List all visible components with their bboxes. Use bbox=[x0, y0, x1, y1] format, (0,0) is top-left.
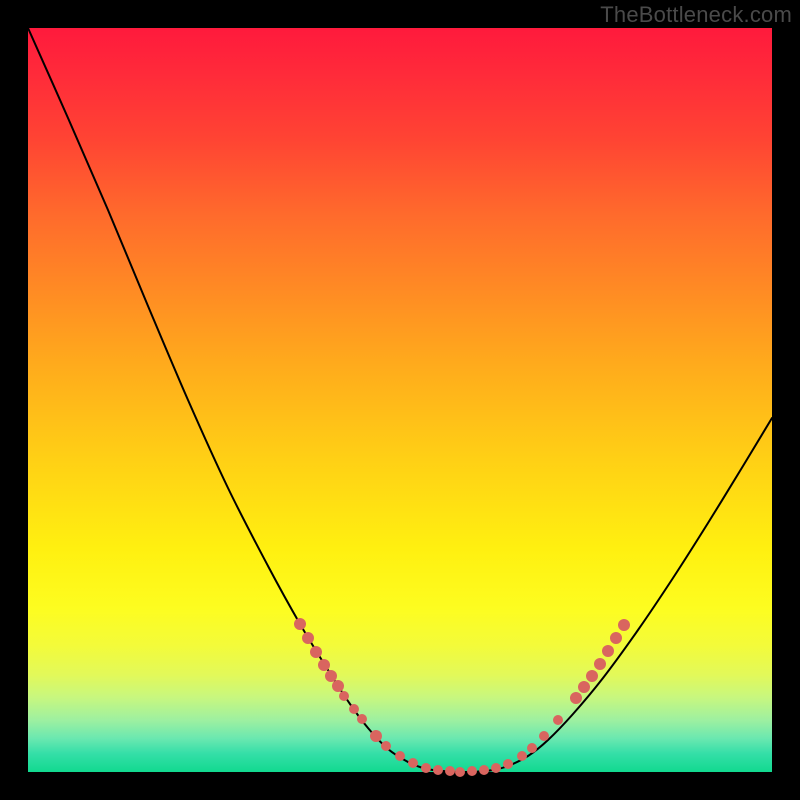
bead-marker bbox=[357, 714, 367, 724]
bead-marker bbox=[503, 759, 513, 769]
bead-marker bbox=[479, 765, 489, 775]
bead-marker bbox=[318, 659, 330, 671]
bead-marker bbox=[294, 618, 306, 630]
bead-marker bbox=[445, 766, 455, 776]
bead-marker bbox=[421, 763, 431, 773]
bead-marker bbox=[349, 704, 359, 714]
bead-marker bbox=[433, 765, 443, 775]
bead-marker bbox=[586, 670, 598, 682]
bead-marker bbox=[455, 767, 465, 777]
bottleneck-curve bbox=[28, 28, 772, 772]
bead-marker bbox=[594, 658, 606, 670]
bead-marker bbox=[302, 632, 314, 644]
bead-marker bbox=[395, 751, 405, 761]
watermark-text: TheBottleneck.com bbox=[600, 2, 792, 28]
bead-marker bbox=[570, 692, 582, 704]
bead-marker bbox=[332, 680, 344, 692]
bead-marker bbox=[370, 730, 382, 742]
bead-marker bbox=[408, 758, 418, 768]
bead-marker bbox=[381, 741, 391, 751]
chart-overlay bbox=[28, 28, 772, 772]
bead-marker bbox=[527, 743, 537, 753]
bead-marker bbox=[610, 632, 622, 644]
bead-marker bbox=[467, 766, 477, 776]
bead-marker bbox=[553, 715, 563, 725]
bead-marker bbox=[602, 645, 614, 657]
bead-marker bbox=[517, 751, 527, 761]
bead-marker bbox=[578, 681, 590, 693]
bead-marker bbox=[310, 646, 322, 658]
bead-marker bbox=[491, 763, 501, 773]
bead-marker bbox=[618, 619, 630, 631]
bead-markers bbox=[294, 618, 630, 777]
bead-marker bbox=[325, 670, 337, 682]
bead-marker bbox=[539, 731, 549, 741]
bead-marker bbox=[339, 691, 349, 701]
